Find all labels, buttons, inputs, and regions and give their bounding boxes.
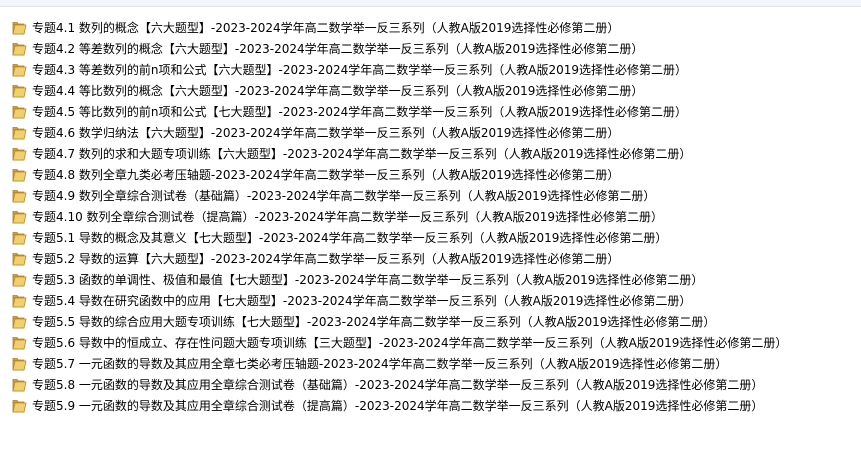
- folder-item[interactable]: 专题5.2 导数的运算【六大题型】-2023-2024学年高二数学举一反三系列（…: [10, 248, 855, 269]
- folder-name: 专题5.5 导数的综合应用大题专项训练【七大题型】-2023-2024学年高二数…: [32, 314, 716, 329]
- folder-name: 专题4.2 等差数列的概念【六大题型】-2023-2024学年高二数学举一反三系…: [32, 41, 644, 56]
- folder-item[interactable]: 专题5.1 导数的概念及其意义【七大题型】-2023-2024学年高二数学举一反…: [10, 227, 855, 248]
- folder-item[interactable]: 专题4.8 数列全章九类必考压轴题-2023-2024学年高二数学举一反三系列（…: [10, 164, 855, 185]
- folder-icon: [12, 210, 27, 224]
- folder-item[interactable]: 专题5.4 导数在研究函数中的应用【七大题型】-2023-2024学年高二数学举…: [10, 290, 855, 311]
- folder-icon: [12, 42, 27, 56]
- folder-name: 专题4.3 等差数列的前n项和公式【六大题型】-2023-2024学年高二数学举…: [32, 62, 687, 77]
- folder-item[interactable]: 专题4.9 数列全章综合测试卷（基础篇）-2023-2024学年高二数学举一反三…: [10, 185, 855, 206]
- folder-icon: [12, 357, 27, 371]
- folder-name: 专题4.1 数列的概念【六大题型】-2023-2024学年高二数学举一反三系列（…: [32, 20, 620, 35]
- folder-name: 专题4.10 数列全章综合测试卷（提高篇）-2023-2024学年高二数学举一反…: [32, 209, 664, 224]
- folder-icon: [12, 189, 27, 203]
- folder-icon: [12, 336, 27, 350]
- folder-item[interactable]: 专题4.6 数学归纳法【六大题型】-2023-2024学年高二数学举一反三系列（…: [10, 122, 855, 143]
- toolbar-strip: [0, 0, 861, 7]
- folder-icon: [12, 252, 27, 266]
- folder-item[interactable]: 专题4.7 数列的求和大题专项训练【六大题型】-2023-2024学年高二数学举…: [10, 143, 855, 164]
- folder-icon: [12, 21, 27, 35]
- folder-icon: [12, 378, 27, 392]
- folder-name: 专题4.5 等比数列的前n项和公式【七大题型】-2023-2024学年高二数学举…: [32, 104, 687, 119]
- folder-item[interactable]: 专题4.2 等差数列的概念【六大题型】-2023-2024学年高二数学举一反三系…: [10, 38, 855, 59]
- folder-name: 专题5.9 一元函数的导数及其应用全章综合测试卷（提高篇）-2023-2024学…: [32, 398, 764, 413]
- folder-icon: [12, 126, 27, 140]
- folder-icon: [12, 399, 27, 413]
- folder-item[interactable]: 专题5.7 一元函数的导数及其应用全章七类必考压轴题-2023-2024学年高二…: [10, 353, 855, 374]
- folder-name: 专题5.3 函数的单调性、极值和最值【七大题型】-2023-2024学年高二数学…: [32, 272, 704, 287]
- folder-item[interactable]: 专题4.1 数列的概念【六大题型】-2023-2024学年高二数学举一反三系列（…: [10, 17, 855, 38]
- folder-name: 专题4.9 数列全章综合测试卷（基础篇）-2023-2024学年高二数学举一反三…: [32, 188, 656, 203]
- file-list: 专题4.1 数列的概念【六大题型】-2023-2024学年高二数学举一反三系列（…: [10, 17, 855, 416]
- folder-item[interactable]: 专题5.6 导数中的恒成立、存在性问题大题专项训练【三大题型】-2023-202…: [10, 332, 855, 353]
- folder-icon: [12, 84, 27, 98]
- folder-icon: [12, 168, 27, 182]
- explorer-window: 专题4.1 数列的概念【六大题型】-2023-2024学年高二数学举一反三系列（…: [0, 0, 861, 471]
- folder-name: 专题5.6 导数中的恒成立、存在性问题大题专项训练【三大题型】-2023-202…: [32, 335, 788, 350]
- folder-item[interactable]: 专题5.9 一元函数的导数及其应用全章综合测试卷（提高篇）-2023-2024学…: [10, 395, 855, 416]
- folder-name: 专题4.4 等比数列的概念【六大题型】-2023-2024学年高二数学举一反三系…: [32, 83, 644, 98]
- folder-name: 专题5.2 导数的运算【六大题型】-2023-2024学年高二数学举一反三系列（…: [32, 251, 620, 266]
- folder-name: 专题5.1 导数的概念及其意义【七大题型】-2023-2024学年高二数学举一反…: [32, 230, 668, 245]
- folder-icon: [12, 105, 27, 119]
- folder-icon: [12, 294, 27, 308]
- folder-name: 专题4.8 数列全章九类必考压轴题-2023-2024学年高二数学举一反三系列（…: [32, 167, 620, 182]
- folder-icon: [12, 273, 27, 287]
- folder-name: 专题5.7 一元函数的导数及其应用全章七类必考压轴题-2023-2024学年高二…: [32, 356, 728, 371]
- folder-item[interactable]: 专题5.8 一元函数的导数及其应用全章综合测试卷（基础篇）-2023-2024学…: [10, 374, 855, 395]
- folder-name: 专题4.7 数列的求和大题专项训练【六大题型】-2023-2024学年高二数学举…: [32, 146, 692, 161]
- folder-icon: [12, 63, 27, 77]
- folder-item[interactable]: 专题4.10 数列全章综合测试卷（提高篇）-2023-2024学年高二数学举一反…: [10, 206, 855, 227]
- folder-icon: [12, 231, 27, 245]
- folder-name: 专题5.4 导数在研究函数中的应用【七大题型】-2023-2024学年高二数学举…: [32, 293, 692, 308]
- folder-item[interactable]: 专题4.5 等比数列的前n项和公式【七大题型】-2023-2024学年高二数学举…: [10, 101, 855, 122]
- folder-name: 专题4.6 数学归纳法【六大题型】-2023-2024学年高二数学举一反三系列（…: [32, 125, 620, 140]
- folder-item[interactable]: 专题4.4 等比数列的概念【六大题型】-2023-2024学年高二数学举一反三系…: [10, 80, 855, 101]
- folder-item[interactable]: 专题5.3 函数的单调性、极值和最值【七大题型】-2023-2024学年高二数学…: [10, 269, 855, 290]
- folder-name: 专题5.8 一元函数的导数及其应用全章综合测试卷（基础篇）-2023-2024学…: [32, 377, 764, 392]
- folder-item[interactable]: 专题4.3 等差数列的前n项和公式【六大题型】-2023-2024学年高二数学举…: [10, 59, 855, 80]
- folder-item[interactable]: 专题5.5 导数的综合应用大题专项训练【七大题型】-2023-2024学年高二数…: [10, 311, 855, 332]
- folder-icon: [12, 147, 27, 161]
- folder-icon: [12, 315, 27, 329]
